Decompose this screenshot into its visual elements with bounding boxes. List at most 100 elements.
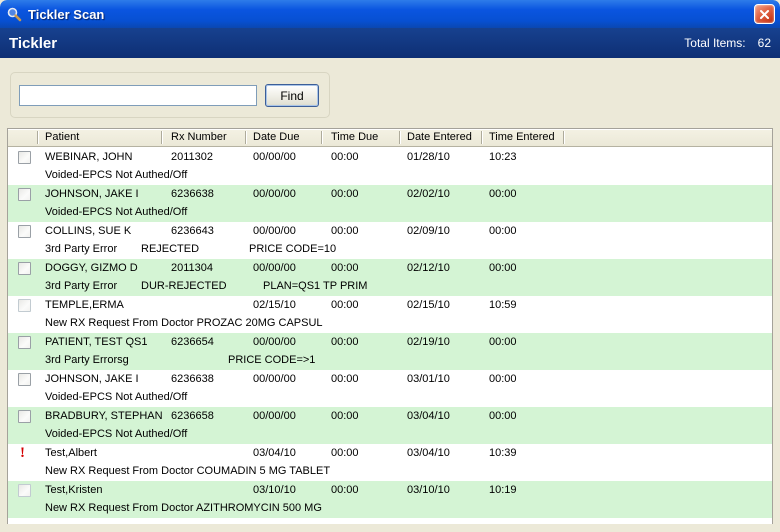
cell-date-due: 00/00/00	[253, 262, 296, 274]
cell-time-due: 00:00	[331, 151, 359, 163]
cell-time-due: 00:00	[331, 410, 359, 422]
row-detail-text: Voided-EPCS Not Authed/Off	[45, 169, 187, 181]
table-row[interactable]: DOGGY, GIZMO D201130400/00/0000:0002/12/…	[8, 259, 772, 296]
row-detail-text: Voided-EPCS Not Authed/Off	[45, 428, 187, 440]
column-header-time-entered[interactable]: Time Entered	[489, 131, 555, 143]
column-header-patient[interactable]: Patient	[45, 131, 79, 143]
column-separator	[161, 131, 162, 144]
cell-date-entered: 02/19/10	[407, 336, 450, 348]
column-header-date-due[interactable]: Date Due	[253, 131, 299, 143]
column-separator	[563, 131, 564, 144]
cell-time-due: 00:00	[331, 262, 359, 274]
cell-rx-number: 6236638	[171, 188, 214, 200]
column-separator	[481, 131, 482, 144]
total-items-value: 62	[758, 36, 771, 50]
cell-date-due: 00/00/00	[253, 336, 296, 348]
column-separator	[321, 131, 322, 144]
table-row[interactable]: COLLINS, SUE K623664300/00/0000:0002/09/…	[8, 222, 772, 259]
row-checkbox[interactable]	[18, 484, 31, 497]
row-detail-text: New RX Request From Doctor PROZAC 20MG C…	[45, 317, 323, 329]
cell-date-due: 03/04/10	[253, 447, 296, 459]
row-detail-text: REJECTED	[141, 243, 199, 255]
tickler-scan-window: Tickler Scan Tickler Total Items: 62 Fin…	[0, 0, 780, 532]
cell-patient: COLLINS, SUE K	[45, 225, 131, 237]
close-icon	[759, 9, 770, 20]
cell-time-due: 00:00	[331, 336, 359, 348]
cell-time-due: 00:00	[331, 188, 359, 200]
row-checkbox[interactable]	[18, 336, 31, 349]
row-detail-text: 3rd Party Errorsg	[45, 354, 129, 366]
table-row[interactable]: Test,Kristen03/10/1000:0003/10/1010:19Ne…	[8, 481, 772, 518]
cell-date-due: 00/00/00	[253, 373, 296, 385]
cell-time-entered: 00:00	[489, 410, 517, 422]
cell-date-due: 00/00/00	[253, 188, 296, 200]
search-input[interactable]	[19, 85, 257, 106]
cell-rx-number: 6236638	[171, 373, 214, 385]
total-items: Total Items: 62	[684, 36, 771, 50]
cell-time-entered: 10:23	[489, 151, 517, 163]
close-button[interactable]	[754, 4, 775, 24]
exclamation-icon: !	[20, 445, 25, 462]
total-items-label: Total Items:	[684, 36, 745, 50]
column-header-date-entered[interactable]: Date Entered	[407, 131, 472, 143]
cell-date-entered: 02/09/10	[407, 225, 450, 237]
cell-rx-number: 2011302	[171, 151, 213, 163]
table-row[interactable]: JOHNSON, JAKE I623663800/00/0000:0003/01…	[8, 370, 772, 407]
cell-date-entered: 03/01/10	[407, 373, 450, 385]
window-titlebar: Tickler Scan	[0, 0, 780, 28]
find-button[interactable]: Find	[265, 84, 319, 107]
row-checkbox[interactable]	[18, 410, 31, 423]
table-row[interactable]: BRADBURY, STEPHAN623665800/00/0000:0003/…	[8, 407, 772, 444]
cell-date-due: 03/10/10	[253, 484, 296, 496]
row-checkbox[interactable]	[18, 262, 31, 275]
row-detail-text: New RX Request From Doctor COUMADIN 5 MG…	[45, 465, 330, 477]
page-title: Tickler	[9, 35, 57, 52]
cell-patient: WEBINAR, JOHN	[45, 151, 132, 163]
cell-time-entered: 10:19	[489, 484, 517, 496]
search-groupbox: Find	[10, 72, 330, 118]
row-checkbox[interactable]	[18, 151, 31, 164]
table-row[interactable]: !Test,Albert03/04/1000:0003/04/1010:39Ne…	[8, 444, 772, 481]
list-header: Patient Rx Number Date Due Time Due Date Ent…	[8, 129, 772, 147]
row-detail-text: New RX Request From Doctor AZITHROMYCIN …	[45, 502, 322, 514]
cell-patient: DOGGY, GIZMO D	[45, 262, 138, 274]
table-row[interactable]: TEMPLE,ERMA02/15/1000:0002/15/1010:59New…	[8, 296, 772, 333]
page-header-band: Tickler Total Items: 62	[0, 28, 780, 58]
cell-time-due: 00:00	[331, 373, 359, 385]
cell-date-entered: 03/04/10	[407, 410, 450, 422]
row-detail-text: 3rd Party Error	[45, 243, 117, 255]
cell-time-entered: 00:00	[489, 373, 517, 385]
cell-date-entered: 03/10/10	[407, 484, 450, 496]
row-detail-text: PRICE CODE=10	[249, 243, 336, 255]
cell-patient: JOHNSON, JAKE I	[45, 188, 139, 200]
cell-time-entered: 00:00	[489, 262, 517, 274]
row-checkbox[interactable]	[18, 188, 31, 201]
cell-time-entered: 10:39	[489, 447, 517, 459]
row-checkbox[interactable]	[18, 373, 31, 386]
table-row[interactable]: WEBINAR, JOHN201130200/00/0000:0001/28/1…	[8, 148, 772, 185]
cell-date-entered: 02/15/10	[407, 299, 450, 311]
row-detail-text: Voided-EPCS Not Authed/Off	[45, 391, 187, 403]
tickler-list: Patient Rx Number Date Due Time Due Date Ent…	[7, 128, 773, 524]
cell-patient: PATIENT, TEST QS1	[45, 336, 148, 348]
row-checkbox[interactable]	[18, 225, 31, 238]
cell-rx-number: 2011304	[171, 262, 213, 274]
cell-patient: Test,Kristen	[45, 484, 102, 496]
cell-time-entered: 00:00	[489, 225, 517, 237]
cell-date-due: 00/00/00	[253, 410, 296, 422]
table-row[interactable]: JOHNSON, JAKE I623663800/00/0000:0002/02…	[8, 185, 772, 222]
column-header-time-due[interactable]: Time Due	[331, 131, 378, 143]
magnifier-icon	[6, 6, 23, 23]
column-separator	[37, 131, 38, 144]
cell-rx-number: 6236654	[171, 336, 214, 348]
column-header-rx-number[interactable]: Rx Number	[171, 131, 227, 143]
table-row[interactable]: PATIENT, TEST QS1 6236654 00/00/00 00:00 02/…	[8, 333, 772, 370]
cell-time-due: 00:00	[331, 299, 359, 311]
cell-time-entered: 00:00	[489, 336, 517, 348]
cell-time-entered: 00:00	[489, 188, 517, 200]
cell-time-entered: 10:59	[489, 299, 517, 311]
row-detail-text: 3rd Party Error	[45, 280, 117, 292]
cell-rx-number: 6236658	[171, 410, 214, 422]
row-checkbox[interactable]	[18, 299, 31, 312]
row-detail-text: PLAN=QS1 TP PRIM	[263, 280, 367, 292]
